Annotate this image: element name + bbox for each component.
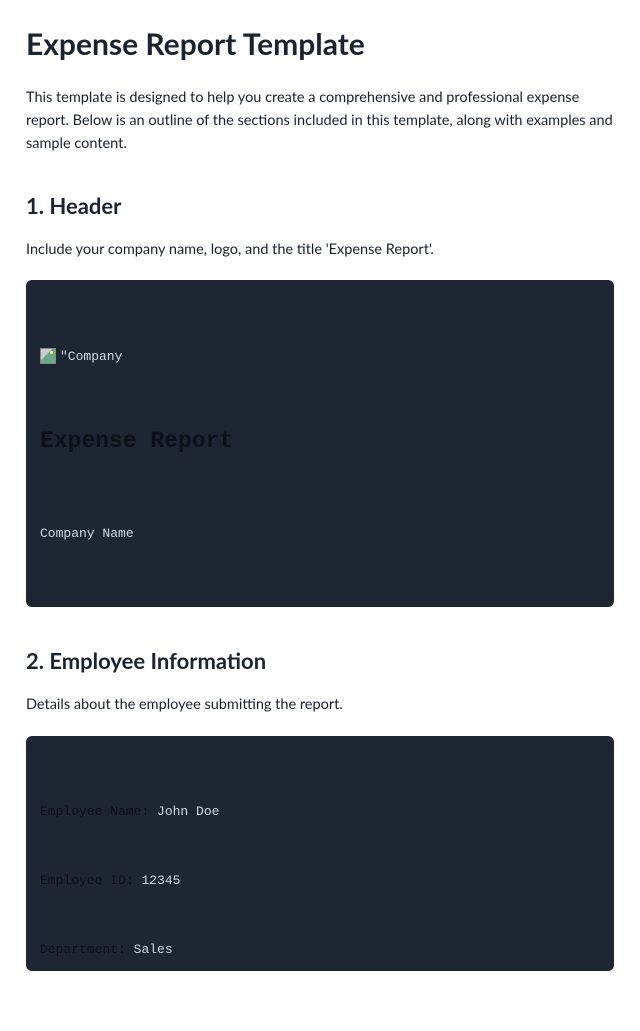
employee-name-label: Employee Name: xyxy=(40,804,149,819)
image-alt-text: "Company xyxy=(60,349,122,364)
code-report-title: Expense Report xyxy=(40,428,600,454)
intro-paragraph: This template is designed to help you cr… xyxy=(26,86,614,156)
employee-id-value: 12345 xyxy=(141,873,180,888)
company-logo-broken-image: "Company xyxy=(40,348,122,364)
employee-id-row: Employee ID: 12345 xyxy=(40,873,600,888)
section-2-heading: 2. Employee Information xyxy=(26,647,614,674)
employee-dept-value: Sales xyxy=(134,942,173,957)
header-code-block: "Company Expense Report Company Name xyxy=(26,280,614,607)
section-1-desc: Include your company name, logo, and the… xyxy=(26,239,614,261)
employee-dept-row: Department: Sales xyxy=(40,942,600,957)
employee-name-row: Employee Name: John Doe xyxy=(40,804,600,819)
page-title: Expense Report Template xyxy=(26,26,614,62)
section-1-heading: 1. Header xyxy=(26,192,614,219)
employee-info-code-block: Employee Name: John Doe Employee ID: 123… xyxy=(26,736,614,971)
employee-name-value: John Doe xyxy=(157,804,219,819)
broken-image-icon xyxy=(40,348,56,364)
employee-id-label: Employee ID: xyxy=(40,873,134,888)
code-company-name: Company Name xyxy=(40,526,600,541)
employee-dept-label: Department: xyxy=(40,942,126,957)
section-2-desc: Details about the employee submitting th… xyxy=(26,694,614,716)
